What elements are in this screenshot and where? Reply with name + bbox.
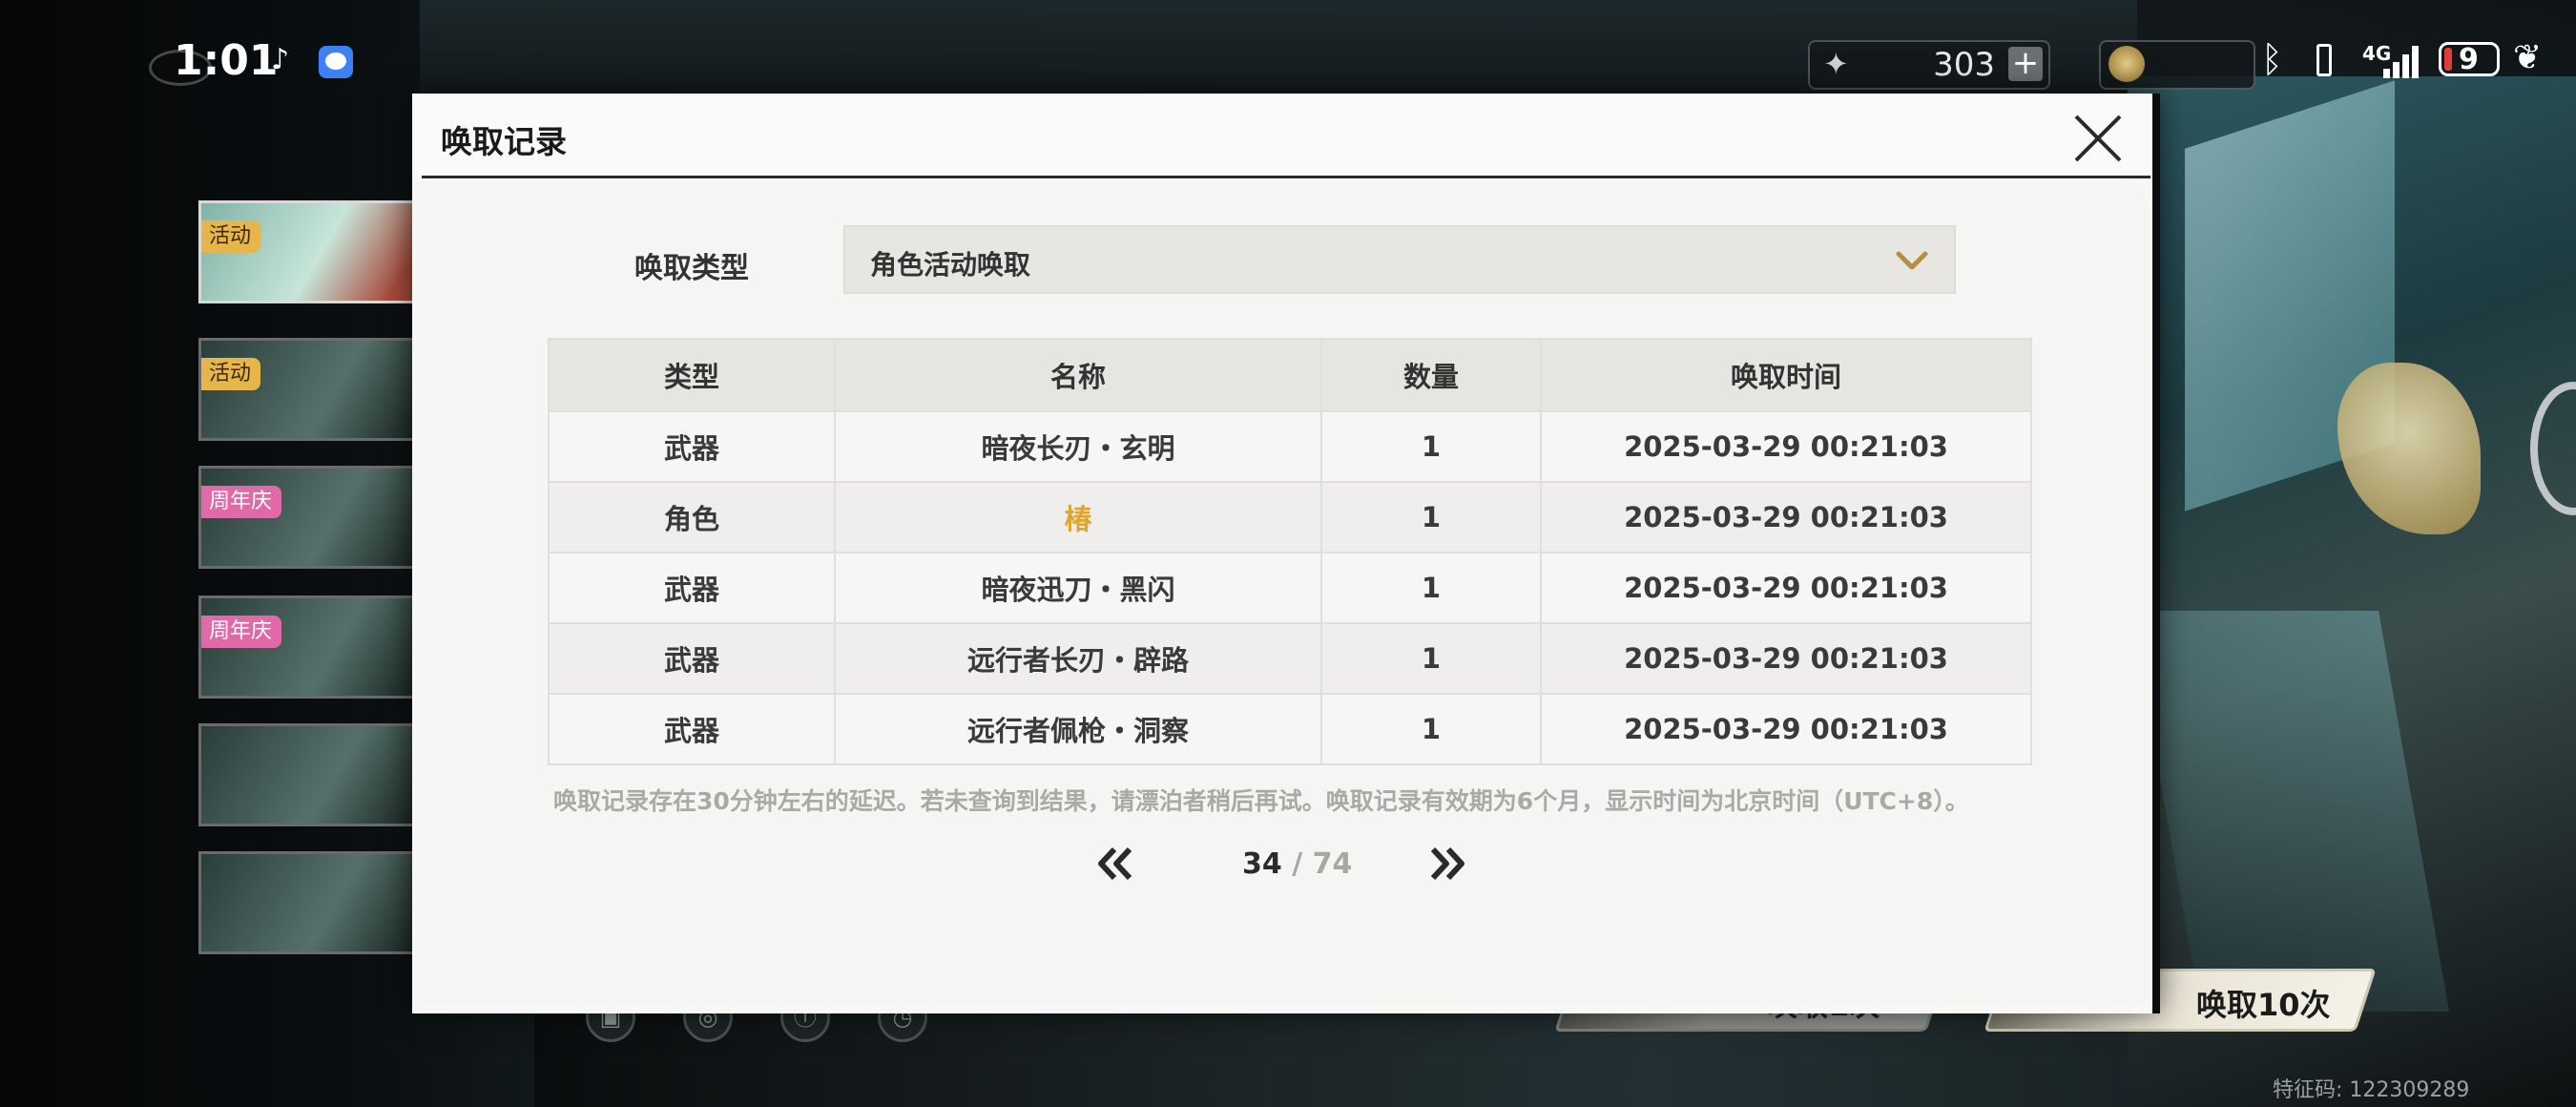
delay-notice: 唤取记录存在30分钟左右的延迟。若未查询到结果，请漂泊者稍后再试。唤取记录有效期… <box>553 787 1969 815</box>
column-header-quantity: 数量 <box>1320 338 1542 412</box>
astrite-star-icon: ✦ <box>1823 46 1849 82</box>
coin-icon <box>2109 46 2145 82</box>
cell-time: 2025-03-29 00:21:03 <box>1540 410 2032 483</box>
bluetooth-icon: ᛒ <box>2261 38 2283 80</box>
double-chevron-right-icon <box>1430 846 1465 881</box>
current-page: 34 <box>1242 847 1282 881</box>
cell-type: 武器 <box>548 622 836 695</box>
page-separator: / <box>1281 847 1313 881</box>
cell-name: 暗夜迅刀・黑闪 <box>834 552 1322 624</box>
banner-item[interactable] <box>198 851 418 954</box>
art-shard <box>2337 363 2481 534</box>
astrite-currency-chip: ✦ 303 + <box>1808 40 2050 90</box>
banner-tag: 周年庆 <box>201 616 282 648</box>
cell-name: 远行者长刃・辟路 <box>834 622 1322 695</box>
column-header-type: 类型 <box>548 338 836 412</box>
cell-time: 2025-03-29 00:21:03 <box>1540 622 2032 695</box>
tide-currency-chip <box>2099 40 2255 90</box>
double-chevron-left-icon <box>1098 846 1132 881</box>
network-type-label: 4G <box>2362 42 2392 65</box>
banner-item[interactable] <box>198 723 418 826</box>
cell-time: 2025-03-29 00:21:03 <box>1540 693 2032 765</box>
pull-type-value: 角色活动唤取 <box>870 249 1031 281</box>
cell-quantity: 1 <box>1320 693 1542 765</box>
modal-header: 唤取记录 <box>412 94 2160 178</box>
message-app-icon <box>319 46 353 78</box>
pull-type-dropdown[interactable]: 角色活动唤取 <box>843 225 1956 294</box>
power-saving-leaf-icon: ❦ <box>2513 38 2543 77</box>
page-indicator: 34 / 74 <box>1242 847 1352 881</box>
cell-time: 2025-03-29 00:21:03 <box>1540 481 2032 554</box>
table-row: 武器 暗夜迅刀・黑闪 1 2025-03-29 00:21:03 <box>548 552 2032 624</box>
next-page-button[interactable] <box>1423 840 1471 888</box>
banner-item[interactable]: 活动 <box>198 200 418 303</box>
prev-page-button[interactable] <box>1091 840 1139 888</box>
cell-quantity: 1 <box>1320 410 1542 483</box>
cell-name: 暗夜长刃・玄明 <box>834 410 1322 483</box>
cell-quantity: 1 <box>1320 481 1542 554</box>
banner-tag: 活动 <box>201 220 261 253</box>
battery-icon: 9 <box>2439 42 2500 76</box>
modal-right-edge <box>2152 94 2160 1013</box>
cell-type: 武器 <box>548 410 836 483</box>
table-row: 武器 远行者佩枪・洞察 1 2025-03-29 00:21:03 <box>548 693 2032 765</box>
tiktok-icon: ♪ <box>271 43 290 76</box>
table-row: 武器 暗夜长刃・玄明 1 2025-03-29 00:21:03 <box>548 410 2032 483</box>
background-character-art <box>2128 76 2576 1107</box>
banner-item[interactable]: 周年庆 <box>198 466 418 569</box>
header-divider <box>422 176 2150 178</box>
battery-level: 9 <box>2459 43 2479 76</box>
battery-fill <box>2444 48 2452 71</box>
chevron-down-icon <box>1896 251 1928 270</box>
cell-name: 远行者佩枪・洞察 <box>834 693 1322 765</box>
column-header-time: 唤取时间 <box>1540 338 2032 412</box>
cell-time: 2025-03-29 00:21:03 <box>1540 552 2032 624</box>
add-currency-button[interactable]: + <box>2008 47 2043 81</box>
close-button[interactable] <box>2070 111 2126 166</box>
feature-code: 特征码: 122309289 <box>2273 1078 2470 1102</box>
banner-item[interactable]: 活动 <box>198 338 418 441</box>
cell-quantity: 1 <box>1320 622 1542 695</box>
banner-tag: 周年庆 <box>201 486 282 518</box>
vibrate-icon <box>2307 44 2343 78</box>
cell-type: 武器 <box>548 693 836 765</box>
total-pages: 74 <box>1312 847 1353 881</box>
astrite-amount: 303 <box>1933 46 1995 84</box>
cell-type: 武器 <box>548 552 836 624</box>
modal-title: 唤取记录 <box>441 123 567 160</box>
pull-ten-label: 唤取10次 <box>2196 987 2331 1023</box>
banner-item[interactable]: 周年庆 <box>198 595 418 699</box>
column-header-name: 名称 <box>834 338 1322 412</box>
pull-record-modal: 唤取记录 唤取类型 角色活动唤取 类型 名称 数量 唤取时间 武器 暗夜长刃・玄… <box>412 94 2160 1013</box>
close-x-icon <box>2074 115 2122 162</box>
status-time: 1:01 <box>174 36 279 85</box>
banner-tag: 活动 <box>201 358 261 390</box>
pull-type-label: 唤取类型 <box>634 252 749 285</box>
table-row: 武器 远行者长刃・辟路 1 2025-03-29 00:21:03 <box>548 622 2032 695</box>
table-header-row: 类型 名称 数量 唤取时间 <box>548 338 2032 412</box>
cell-type: 角色 <box>548 481 836 554</box>
pull-record-table: 类型 名称 数量 唤取时间 武器 暗夜长刃・玄明 1 2025-03-29 00… <box>548 338 2032 765</box>
cell-name: 椿 <box>834 481 1322 554</box>
cell-quantity: 1 <box>1320 552 1542 624</box>
table-row: 角色 椿 1 2025-03-29 00:21:03 <box>548 481 2032 554</box>
art-shard <box>2129 611 2450 1012</box>
